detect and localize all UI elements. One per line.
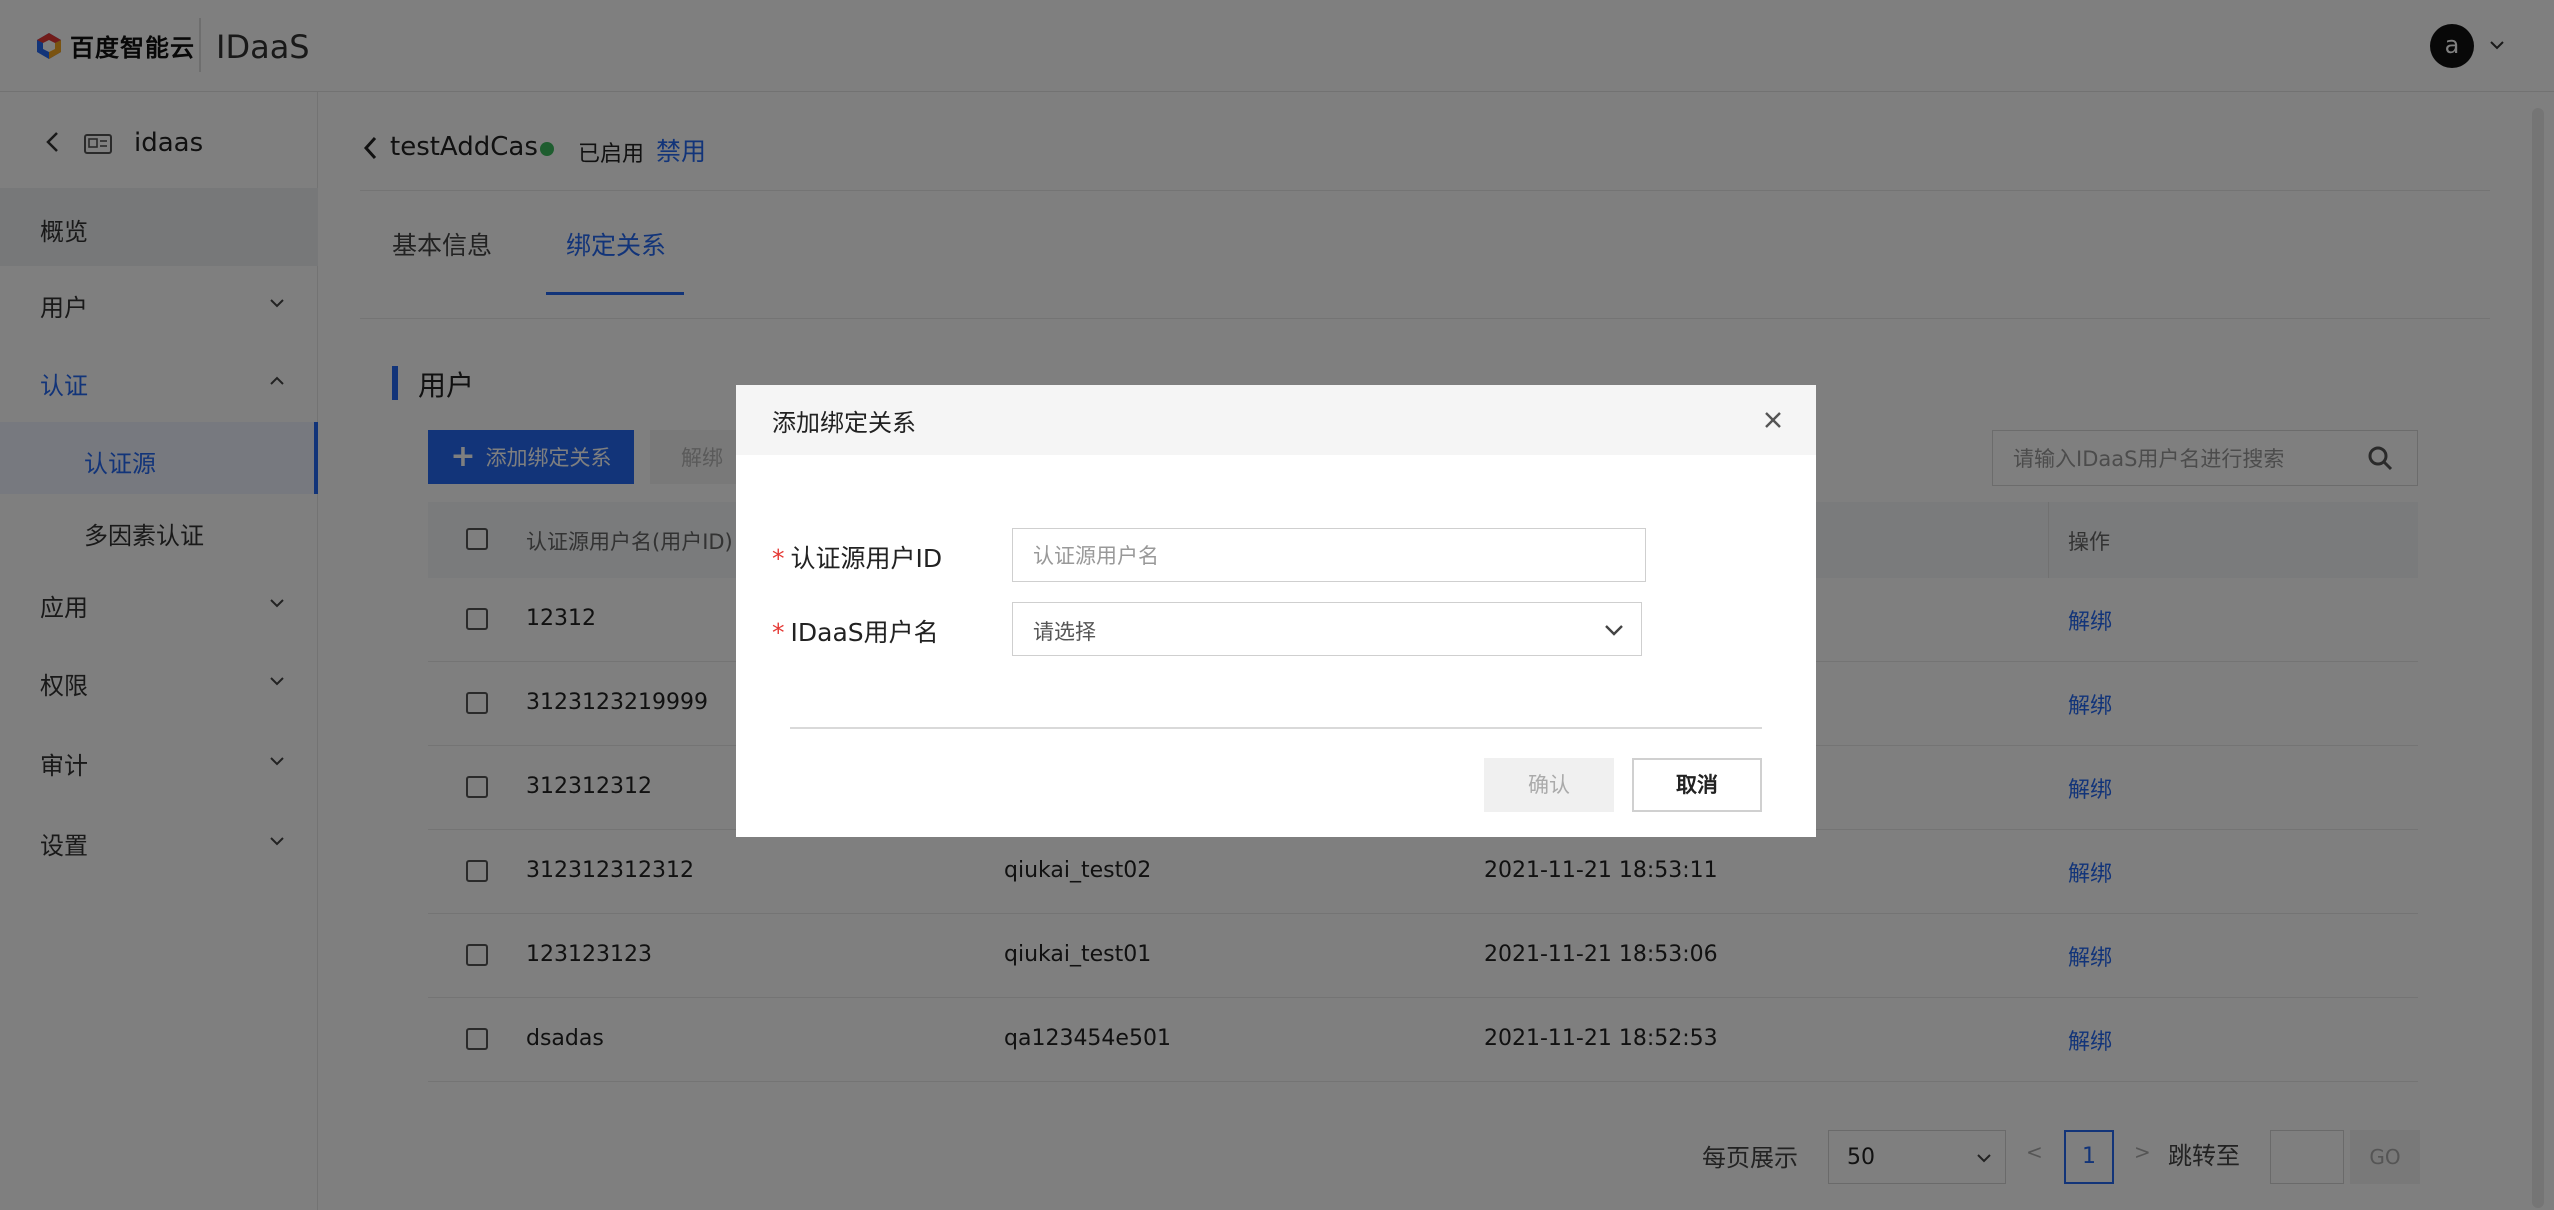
source-user-id-input[interactable] [1033,542,1623,570]
source-user-id-label: * 认证源用户ID [772,539,942,575]
add-binding-dialog: 添加绑定关系 *认证源用户ID *IDaaS用户名 请选择 确认 取消 [736,385,1816,837]
idaas-username-label: * IDaaS用户名 [772,613,939,649]
dialog-divider [790,727,1762,729]
source-user-id-label-text: 认证源用户ID [790,544,943,573]
cancel-button[interactable]: 取消 [1632,758,1762,812]
required-mark: * [772,618,785,647]
dialog-header: 添加绑定关系 [736,385,1816,455]
idaas-username-select[interactable]: 请选择 [1012,602,1642,656]
dialog-title: 添加绑定关系 [772,409,916,437]
idaas-username-value: 请选择 [1033,620,1096,644]
idaas-username-label-text: IDaaS用户名 [790,618,939,647]
chevron-down-icon [1605,625,1623,636]
required-mark: * [772,544,785,573]
confirm-button[interactable]: 确认 [1484,758,1614,812]
close-icon[interactable] [1762,409,1784,431]
source-user-id-field [1012,528,1646,582]
